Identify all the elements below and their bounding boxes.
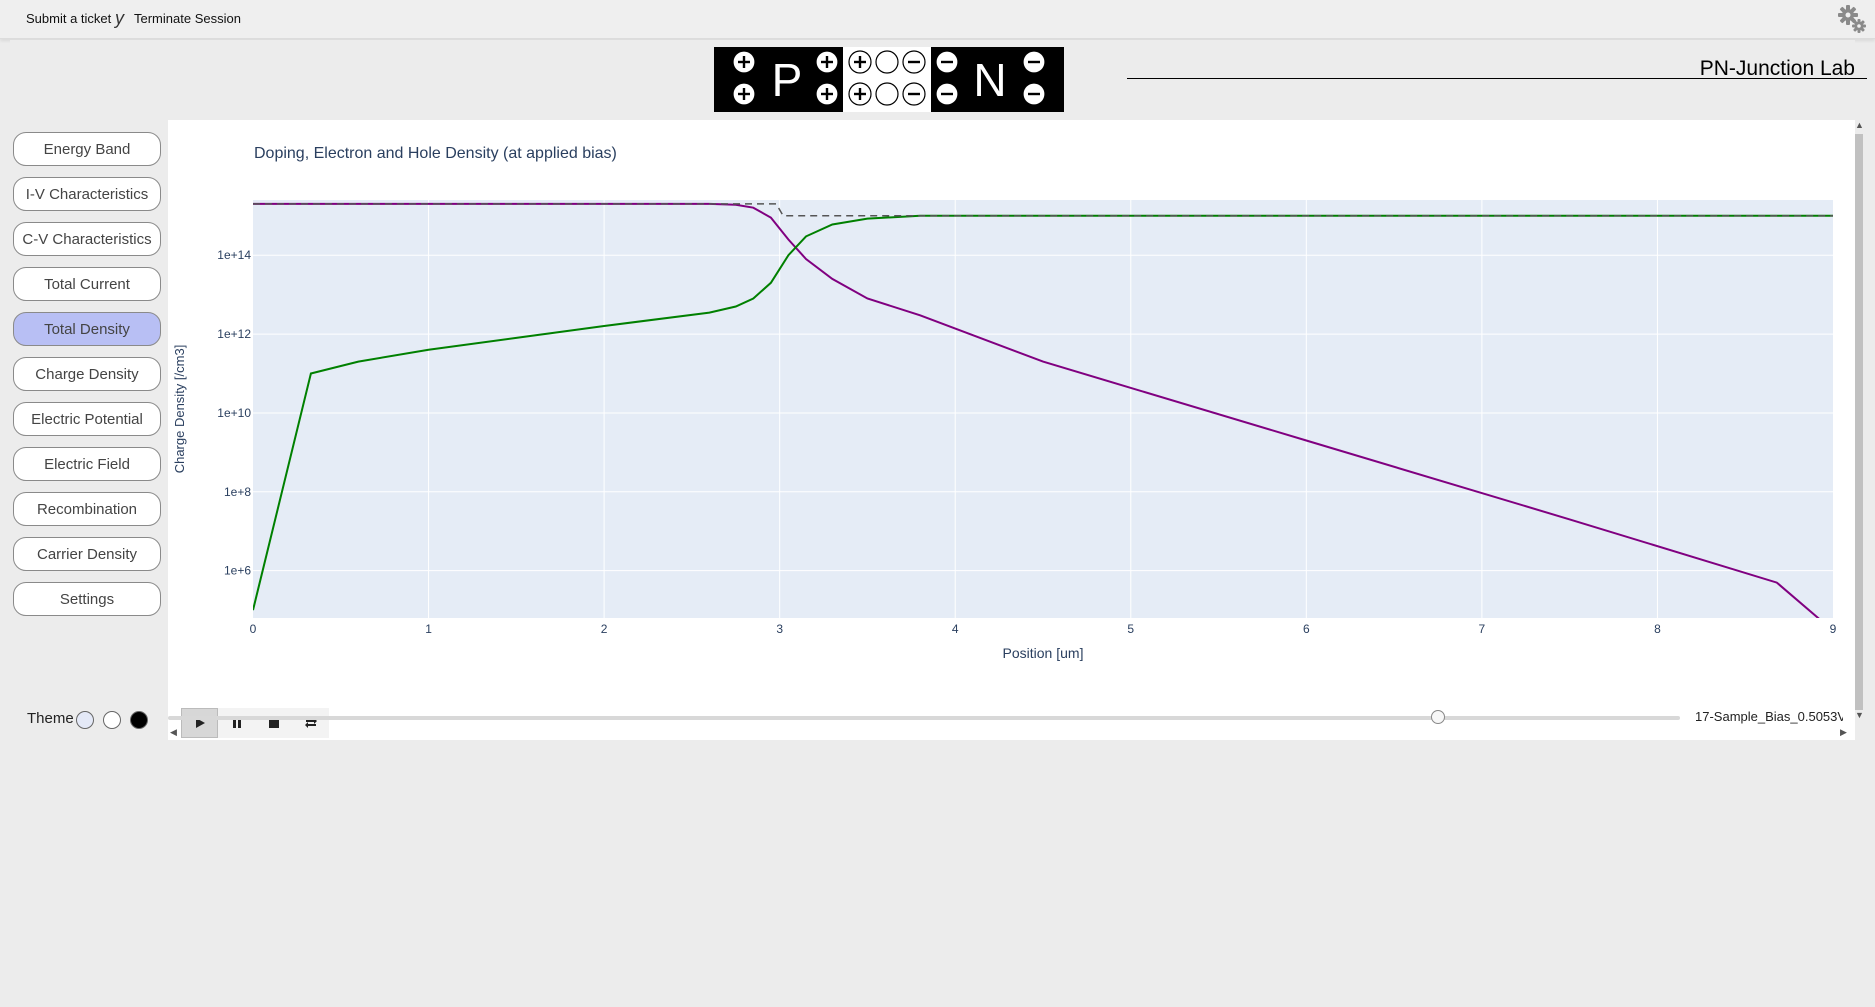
x-tick-label: 2 [601,622,608,636]
scroll-left-icon[interactable]: ◀ [170,727,177,738]
nav-recombination-button[interactable]: Recombination [13,492,161,526]
nav-carrier-density-button[interactable]: Carrier Density [13,537,161,571]
nav-total-current-button[interactable]: Total Current [13,267,161,301]
pn-junction-logo: P N [714,47,1064,112]
bias-slider-knob[interactable] [1431,710,1446,724]
x-tick-label: 1 [425,622,432,636]
nav-charge-density-button[interactable]: Charge Density [13,357,161,391]
x-tick-label: 9 [1830,622,1837,636]
x-tick-label: 6 [1303,622,1310,636]
top-bar: Submit a ticket y Terminate Session [0,0,1875,39]
y-tick-label: 1e+14 [217,248,251,262]
scroll-up-icon[interactable]: ▲ [1855,120,1864,130]
logo-n-text: N [973,54,1006,106]
terminate-session-link[interactable]: Terminate Session [134,11,241,26]
theme-white-swatch[interactable] [103,711,121,729]
horizontal-scrollbar[interactable]: ◀ ▶ [170,727,1852,739]
x-tick-label: 0 [250,622,257,636]
x-tick-label: 3 [776,622,783,636]
submit-ticket-link[interactable]: Submit a ticket [26,11,111,26]
nav-cv-characteristics-button[interactable]: C-V Characteristics [13,222,161,256]
x-tick-label: 8 [1654,622,1661,636]
theme-black-swatch[interactable] [130,711,148,729]
nav-settings-button[interactable]: Settings [13,582,161,616]
x-axis-label: Position [um] [1003,645,1084,661]
nav-energy-band-button[interactable]: Energy Band [13,132,161,166]
vertical-scrollbar[interactable]: ▲ ▼ [1853,120,1865,740]
density-chart[interactable]: 0 1 2 3 4 5 6 7 8 9 1e+6 1e+8 1e+10 1e+12 1e+14 Positio… [168,120,1855,680]
scroll-right-icon[interactable]: ▶ [1840,727,1847,738]
y-tick-label: 1e+8 [224,485,251,499]
theme-label: Theme [27,710,74,727]
bias-slider-track[interactable] [168,716,1680,720]
y-tick-label: 1e+12 [217,327,251,341]
separator-text: y [115,8,124,28]
nav-electric-field-button[interactable]: Electric Field [13,447,161,481]
app-panel: P N PN-Junction Lab Energy Band I-V Char… [10,40,1867,740]
plot-background [253,200,1833,618]
nav-total-density-button[interactable]: Total Density [13,312,161,346]
scroll-thumb[interactable] [1855,134,1863,710]
logo-p-text: P [772,54,803,106]
scroll-down-icon[interactable]: ▼ [1855,710,1864,720]
nav-electric-potential-button[interactable]: Electric Potential [13,402,161,436]
main-content: Energy Band I-V Characteristics C-V Char… [10,120,1855,740]
header: P N PN-Junction Lab [10,40,1867,120]
sidebar: Energy Band I-V Characteristics C-V Char… [10,120,168,740]
plot-area: Doping, Electron and Hole Density (at ap… [168,120,1855,740]
y-tick-label: 1e+6 [224,564,251,578]
theme-light-blue-swatch[interactable] [76,711,94,729]
x-tick-label: 5 [1127,622,1134,636]
bias-slider-label: 17-Sample_Bias_0.5053V [1695,709,1843,724]
y-tick-label: 1e+10 [217,406,251,420]
nav-iv-characteristics-button[interactable]: I-V Characteristics [13,177,161,211]
x-tick-label: 7 [1479,622,1486,636]
page-title: PN-Junction Lab [1699,57,1855,80]
x-tick-label: 4 [952,622,959,636]
y-axis-label: Charge Density [/cm3] [172,345,187,474]
gear-icon[interactable] [1835,2,1869,36]
